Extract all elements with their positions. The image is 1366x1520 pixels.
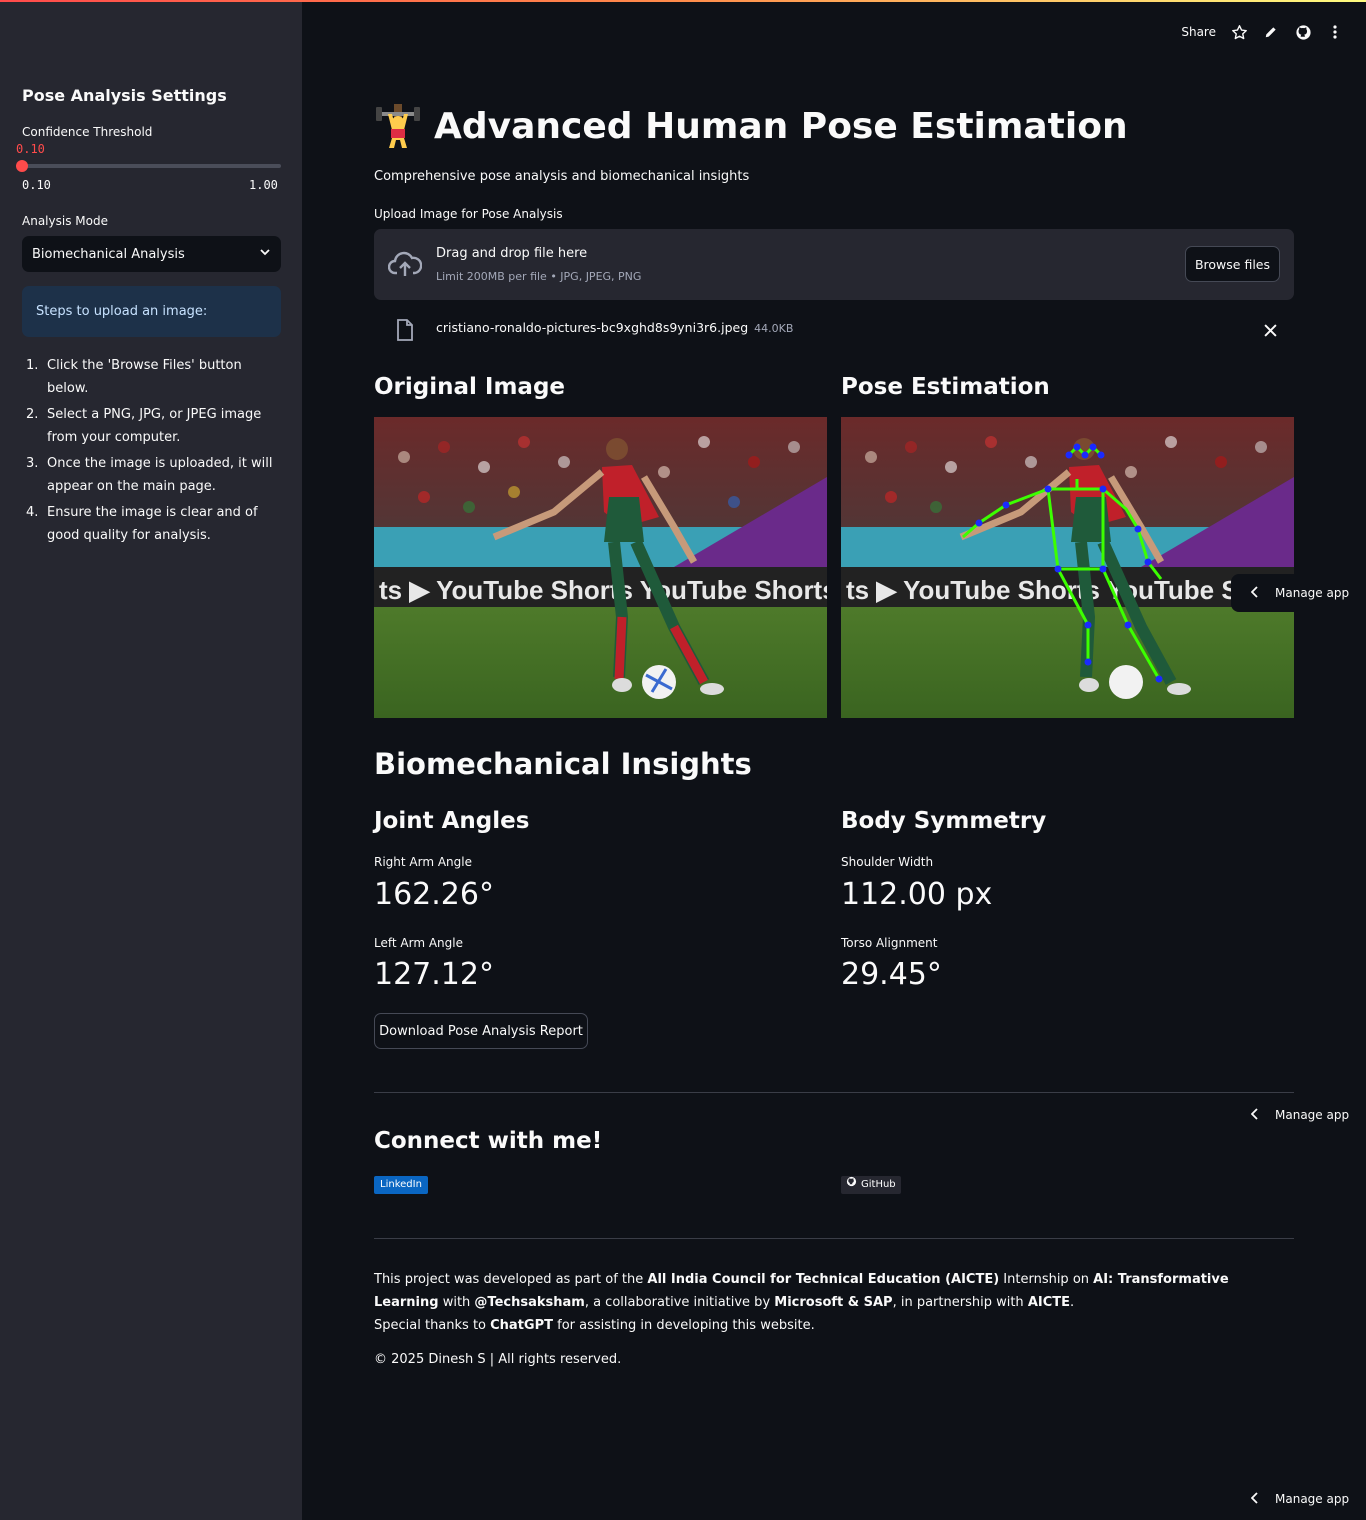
step-number: 2. (26, 407, 39, 422)
more-icon[interactable] (1326, 23, 1344, 41)
download-report-button[interactable]: Download Pose Analysis Report (374, 1013, 588, 1049)
step-text: Click the 'Browse Files' button below. (47, 358, 242, 396)
manage-app-button[interactable]: Manage app (1231, 1480, 1366, 1518)
step-text: Ensure the image is clear and of good qu… (47, 505, 258, 543)
pencil-icon[interactable] (1262, 23, 1280, 41)
file-size: 44.0KB (754, 322, 794, 335)
top-decoration-stripe (0, 0, 1366, 2)
confidence-value: 0.10 (16, 142, 45, 156)
torso-alignment-value: 29.45° (841, 957, 942, 992)
divider (374, 1092, 1294, 1093)
linkedin-badge[interactable]: LinkedIn (374, 1176, 428, 1194)
left-arm-angle-label: Left Arm Angle (374, 936, 463, 950)
pose-estimation-image: ts ▶ YouTube Shorts YouTube Shorts (841, 417, 1294, 718)
step-text: Select a PNG, JPG, or JPEG image from yo… (47, 407, 262, 445)
info-box: Steps to upload an image: (22, 286, 281, 337)
manage-app-button[interactable]: Manage app (1231, 574, 1366, 612)
list-item: 2. Select a PNG, JPG, or JPEG image from… (22, 403, 284, 449)
footer-text: , a collaborative initiative by (584, 1295, 775, 1310)
confidence-label: Confidence Threshold (22, 125, 153, 139)
github-badge[interactable]: GitHub (841, 1176, 901, 1194)
footer-bold-chatgpt: ChatGPT (490, 1318, 553, 1333)
step-number: 4. (26, 505, 39, 520)
copyright: © 2025 Dinesh S | All rights reserved. (374, 1352, 622, 1367)
manage-app-label: Manage app (1275, 1108, 1350, 1122)
footer-text: This project was developed as part of th… (374, 1272, 648, 1287)
dropzone-instruction: Drag and drop file here (436, 246, 588, 261)
shoulder-width-value: 112.00 px (841, 877, 993, 912)
footer-bold-partners: Microsoft & SAP (774, 1295, 893, 1310)
dropzone-limit: Limit 200MB per file • JPG, JPEG, PNG (436, 270, 642, 283)
chevron-left-icon (1250, 585, 1259, 601)
joint-angles-heading: Joint Angles (374, 808, 530, 834)
original-image-heading: Original Image (374, 374, 566, 400)
star-icon[interactable] (1230, 23, 1248, 41)
chevron-left-icon (1250, 1491, 1259, 1507)
footer-bold-aicte-short: AICTE (1027, 1295, 1070, 1310)
slider-max-label: 1.00 (249, 178, 278, 192)
footer-text: with (438, 1295, 475, 1310)
footer-bold-techsaksham: @Techsaksham (474, 1295, 585, 1310)
banner-text: ts ▶ YouTube Shorts YouTube Shorts (379, 575, 827, 605)
manage-app-label: Manage app (1275, 1492, 1350, 1506)
page-title-row: Advanced Human Pose Estimation (374, 102, 1128, 150)
uploaded-file-row: cristiano-ronaldo-pictures-bc9xghd8s9yni… (374, 313, 1294, 345)
browse-files-button[interactable]: Browse files (1185, 246, 1280, 282)
sidebar-title: Pose Analysis Settings (22, 86, 227, 105)
footer-text: Internship on (999, 1272, 1094, 1287)
analysis-mode-label: Analysis Mode (22, 214, 108, 228)
page-subtitle: Comprehensive pose analysis and biomecha… (374, 169, 750, 184)
footer-text: , in partnership with (892, 1295, 1028, 1310)
analysis-mode-value: Biomechanical Analysis (32, 246, 185, 262)
footer-text: for assisting in developing this website… (553, 1318, 815, 1333)
page-title: Advanced Human Pose Estimation (434, 105, 1128, 147)
body-symmetry-heading: Body Symmetry (841, 808, 1047, 834)
upload-label: Upload Image for Pose Analysis (374, 207, 563, 221)
file-dropzone[interactable]: Drag and drop file here Limit 200MB per … (374, 229, 1294, 300)
footer-bold-aicte: All India Council for Technical Educatio… (647, 1272, 1000, 1287)
left-arm-angle-value: 127.12° (374, 957, 494, 992)
manage-app-button[interactable]: Manage app (1231, 1096, 1366, 1134)
footer-text: . (1070, 1295, 1075, 1310)
divider (374, 1238, 1294, 1239)
right-arm-angle-label: Right Arm Angle (374, 855, 472, 869)
insights-heading: Biomechanical Insights (374, 747, 752, 781)
github-icon (846, 1176, 857, 1194)
cloud-upload-icon (387, 249, 423, 283)
right-arm-angle-value: 162.26° (374, 877, 494, 912)
github-icon[interactable] (1294, 23, 1312, 41)
close-icon[interactable] (1264, 322, 1277, 341)
file-name-text: cristiano-ronaldo-pictures-bc9xghd8s9yni… (436, 320, 749, 335)
sidebar: Pose Analysis Settings Confidence Thresh… (0, 0, 302, 1520)
github-badge-label: GitHub (861, 1179, 896, 1190)
torso-alignment-label: Torso Alignment (841, 936, 938, 950)
step-text: Once the image is uploaded, it will appe… (47, 456, 273, 494)
original-image: ts ▶ YouTube Shorts YouTube Shorts (374, 417, 827, 718)
info-text: Steps to upload an image: (36, 304, 208, 319)
footer-text: Special thanks to (374, 1318, 491, 1333)
footer-credits: This project was developed as part of th… (374, 1268, 1294, 1337)
step-number: 1. (26, 358, 39, 373)
list-item: 4. Ensure the image is clear and of good… (22, 501, 284, 547)
connect-heading: Connect with me! (374, 1128, 603, 1154)
steps-list: 1. Click the 'Browse Files' button below… (22, 354, 284, 550)
confidence-slider-track[interactable] (22, 164, 281, 168)
chevron-left-icon (1250, 1107, 1259, 1123)
list-item: 3. Once the image is uploaded, it will a… (22, 452, 284, 498)
chevron-down-icon (259, 246, 271, 262)
pose-estimation-heading: Pose Estimation (841, 374, 1050, 400)
manage-app-label: Manage app (1275, 586, 1350, 600)
slider-min-label: 0.10 (22, 178, 51, 192)
file-name: cristiano-ronaldo-pictures-bc9xghd8s9yni… (436, 320, 793, 335)
header-toolbar: Share (1181, 20, 1344, 44)
share-button[interactable]: Share (1181, 25, 1216, 39)
file-icon (396, 319, 414, 345)
confidence-slider-thumb[interactable] (16, 160, 28, 172)
shoulder-width-label: Shoulder Width (841, 855, 934, 869)
step-number: 3. (26, 456, 39, 471)
analysis-mode-select[interactable]: Biomechanical Analysis (22, 236, 281, 272)
weightlifter-emoji (374, 102, 422, 150)
list-item: 1. Click the 'Browse Files' button below… (22, 354, 284, 400)
